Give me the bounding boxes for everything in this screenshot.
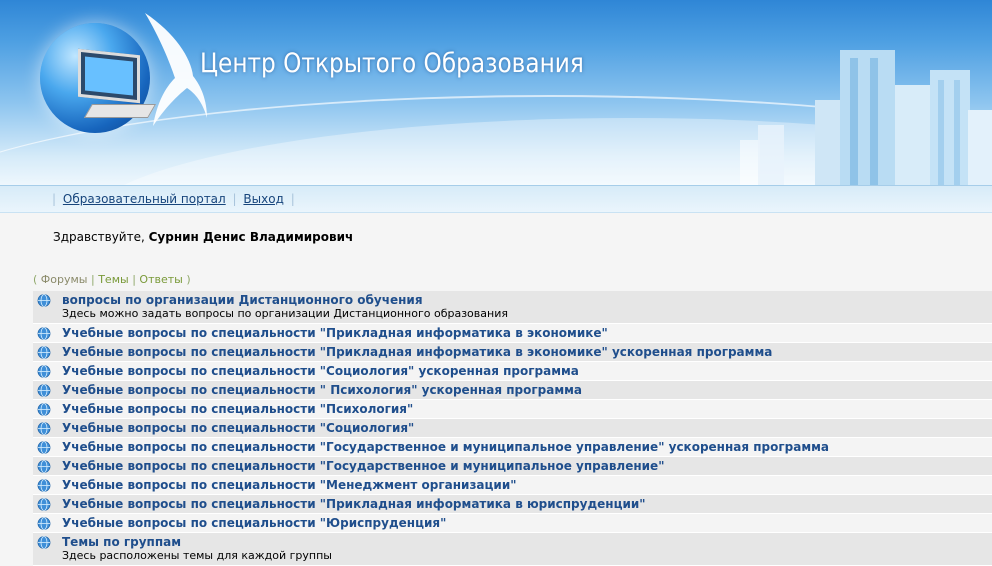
forum-row[interactable]: Учебные вопросы по специальности "Прикла…: [33, 495, 992, 514]
forum-row[interactable]: Учебные вопросы по специальности "Госуда…: [33, 438, 992, 457]
forum-globe-icon: [37, 422, 51, 435]
forum-title-link[interactable]: Учебные вопросы по специальности " Психо…: [33, 381, 992, 399]
tab-answers[interactable]: Ответы: [139, 273, 182, 286]
forum-globe-icon: [37, 536, 51, 549]
forum-row[interactable]: Учебные вопросы по специальности " Психо…: [33, 381, 992, 400]
greeting-prefix: Здравствуйте,: [53, 230, 145, 244]
city-buildings-illustration: [740, 50, 992, 185]
forum-row[interactable]: Учебные вопросы по специальности "Прикла…: [33, 343, 992, 362]
forum-globe-icon: [37, 384, 51, 397]
top-nav-bar: | Образовательный портал | Выход |: [0, 185, 992, 213]
forum-title-link[interactable]: Учебные вопросы по специальности "Юриспр…: [33, 514, 992, 532]
tabs-close-paren: ): [186, 273, 191, 286]
nav-separator: |: [232, 192, 237, 206]
forum-description: Здесь можно задать вопросы по организаци…: [62, 307, 508, 320]
forum-row[interactable]: Учебные вопросы по специальности "Юриспр…: [33, 514, 992, 533]
forum-row[interactable]: Учебные вопросы по специальности "Менедж…: [33, 476, 992, 495]
nav-links: | Образовательный портал | Выход |: [49, 192, 298, 206]
user-name: Сурнин Денис Владимирович: [148, 230, 354, 244]
forum-row[interactable]: Учебные вопросы по специальности "Психол…: [33, 400, 992, 419]
user-greeting: Здравствуйте, Сурнин Денис Владимирович: [53, 230, 353, 244]
site-header-banner: Центр Открытого Образования: [0, 0, 992, 185]
forum-title-link[interactable]: Учебные вопросы по специальности "Психол…: [33, 400, 992, 418]
portal-link[interactable]: Образовательный портал: [63, 192, 226, 206]
forum-globe-icon: [37, 327, 51, 340]
forum-globe-icon: [37, 479, 51, 492]
forum-globe-icon: [37, 460, 51, 473]
forum-title-link[interactable]: Учебные вопросы по специальности "Социол…: [33, 419, 992, 437]
forum-row[interactable]: Учебные вопросы по специальности "Социол…: [33, 362, 992, 381]
tab-topics[interactable]: Темы: [98, 273, 128, 286]
forum-row[interactable]: Темы по группам Здесь расположены темы д…: [33, 533, 992, 566]
forum-globe-icon: [37, 441, 51, 454]
forum-title-link[interactable]: Учебные вопросы по специальности "Социол…: [33, 362, 992, 380]
computer-monitor-icon: [78, 48, 140, 104]
tabs-separator: |: [132, 273, 136, 286]
nav-separator: |: [52, 192, 57, 206]
forum-title-link[interactable]: Учебные вопросы по специальности "Госуда…: [33, 457, 992, 475]
forum-globe-icon: [37, 517, 51, 530]
forum-globe-icon: [37, 346, 51, 359]
forum-row[interactable]: Учебные вопросы по специальности "Социол…: [33, 419, 992, 438]
nav-separator: |: [290, 192, 295, 206]
forum-title-link[interactable]: Учебные вопросы по специальности "Менедж…: [33, 476, 992, 494]
forum-globe-icon: [37, 498, 51, 511]
forum-title-link[interactable]: Учебные вопросы по специальности "Прикла…: [33, 495, 992, 513]
forum-globe-icon: [37, 294, 51, 307]
forum-row[interactable]: Учебные вопросы по специальности "Прикла…: [33, 324, 992, 343]
view-tabs: ( Форумы | Темы | Ответы ): [33, 273, 191, 286]
tabs-open-paren: (: [33, 273, 38, 286]
tab-forums[interactable]: Форумы: [41, 273, 88, 286]
forum-list: вопросы по организации Дистанционного об…: [33, 291, 992, 566]
forum-title-link[interactable]: Учебные вопросы по специальности "Прикла…: [33, 343, 992, 361]
forum-row[interactable]: Учебные вопросы по специальности "Госуда…: [33, 457, 992, 476]
forum-title-link[interactable]: Учебные вопросы по специальности "Прикла…: [33, 324, 992, 342]
tabs-separator: |: [90, 273, 95, 286]
forum-globe-icon: [37, 403, 51, 416]
forum-globe-icon: [37, 365, 51, 378]
forum-row[interactable]: вопросы по организации Дистанционного об…: [33, 291, 992, 324]
forum-title-link[interactable]: Учебные вопросы по специальности "Госуда…: [33, 438, 992, 456]
logout-link[interactable]: Выход: [243, 192, 283, 206]
site-title: Центр Открытого Образования: [200, 48, 584, 79]
